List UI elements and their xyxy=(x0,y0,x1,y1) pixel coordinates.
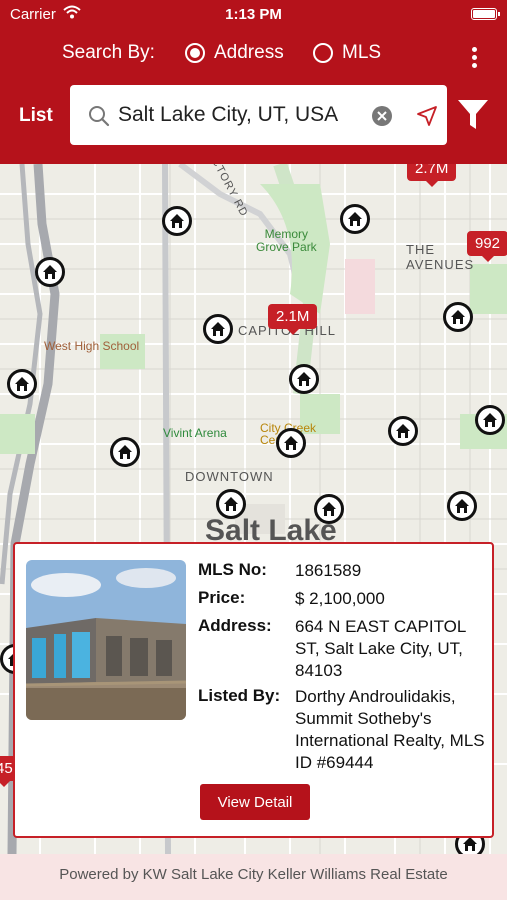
listing-card[interactable]: MLS No: 1861589 Price: $ 2,100,000 Addre… xyxy=(13,542,494,838)
house-pin-icon[interactable] xyxy=(388,416,418,446)
price-tag-right[interactable]: 992 xyxy=(467,231,507,262)
footer-text: Powered by KW Salt Lake City Keller Will… xyxy=(59,866,448,883)
map-label-west-high: West High School xyxy=(44,339,140,353)
house-pin-icon[interactable] xyxy=(110,437,140,467)
list-button[interactable]: List xyxy=(19,105,53,127)
house-pin-icon[interactable] xyxy=(276,428,306,458)
radio-mls-label: MLS xyxy=(342,42,382,63)
search-input[interactable] xyxy=(118,99,368,131)
mls-label: MLS No: xyxy=(198,560,267,579)
footer: Powered by KW Salt Lake City Keller Will… xyxy=(0,854,507,900)
battery-icon xyxy=(471,8,500,20)
clear-icon[interactable] xyxy=(372,106,392,126)
search-icon xyxy=(89,106,110,127)
map-label-vivint-arena: Vivint Arena xyxy=(163,426,227,440)
house-pin-icon[interactable] xyxy=(447,491,477,521)
price-tag-top[interactable]: 2.7M xyxy=(407,164,457,187)
house-pin-icon[interactable] xyxy=(475,405,505,435)
price-value: $ 2,100,000 xyxy=(295,589,385,608)
radio-mls[interactable]: MLS xyxy=(313,42,381,64)
house-pin-icon[interactable] xyxy=(289,364,319,394)
status-bar: Carrier 1:13 PM xyxy=(0,0,507,28)
map-label-memory-grove: Memory Grove Park xyxy=(256,227,317,254)
house-pin-icon[interactable] xyxy=(216,489,246,519)
price-label: Price: xyxy=(198,588,246,607)
radio-mls-icon xyxy=(313,43,333,63)
listed-by-label: Listed By: xyxy=(198,686,281,705)
listing-photo[interactable] xyxy=(26,560,186,720)
price-tag-selected[interactable]: 2.1M xyxy=(268,304,318,335)
radio-address-icon xyxy=(185,43,205,63)
house-pin-icon[interactable] xyxy=(340,204,370,234)
address-label: Address: xyxy=(198,616,272,635)
house-pin-icon[interactable] xyxy=(443,302,473,332)
mls-value: 1861589 xyxy=(295,561,362,580)
house-pin-icon[interactable] xyxy=(314,494,344,524)
search-field xyxy=(70,85,447,145)
radio-address-label: Address xyxy=(214,42,284,63)
view-detail-button[interactable]: View Detail xyxy=(200,784,310,820)
battery-fill xyxy=(473,10,495,18)
more-vertical-icon[interactable] xyxy=(462,44,486,72)
house-pin-icon[interactable] xyxy=(162,206,192,236)
map-label-downtown: DOWNTOWN xyxy=(185,469,274,484)
app-header: Carrier 1:13 PM Search By: Address MLS L… xyxy=(0,0,507,164)
house-pin-icon[interactable] xyxy=(35,257,65,287)
search-by-label: Search By: xyxy=(62,42,155,63)
radio-address[interactable]: Address xyxy=(185,42,284,64)
location-arrow-icon[interactable] xyxy=(416,105,438,127)
listed-by-value: Dorthy Androulidakis, Summit Sotheby's I… xyxy=(295,687,485,772)
filter-icon[interactable] xyxy=(457,98,489,132)
house-pin-icon[interactable] xyxy=(203,314,233,344)
house-pin-icon[interactable] xyxy=(7,369,37,399)
address-value: 664 N EAST CAPITOL ST, Salt Lake City, U… xyxy=(295,617,466,680)
status-time: 1:13 PM xyxy=(225,6,282,23)
